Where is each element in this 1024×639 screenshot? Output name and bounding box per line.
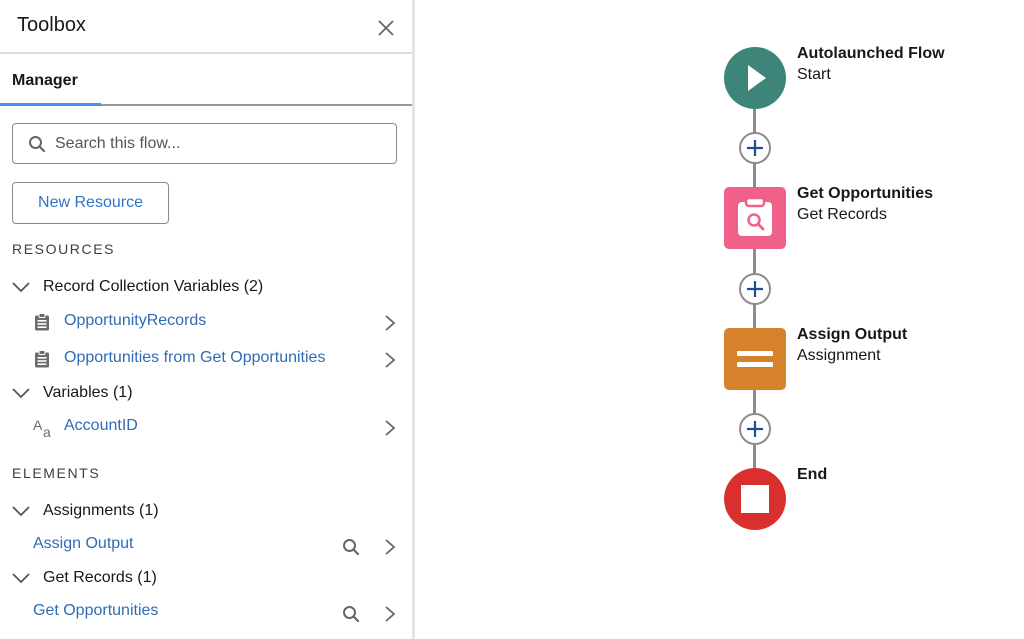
search-field[interactable]: [12, 123, 397, 164]
get-records-node[interactable]: [724, 187, 786, 249]
node-type: Start: [797, 66, 831, 83]
start-node[interactable]: [724, 47, 786, 109]
chevron-right-icon[interactable]: [384, 420, 396, 436]
active-tab-indicator: [0, 103, 101, 106]
group-record-collection-variables[interactable]: Record Collection Variables (2): [12, 278, 263, 296]
toolbox-header: Toolbox: [0, 0, 412, 54]
toolbox-tabs: Manager: [0, 56, 412, 106]
end-node[interactable]: [724, 468, 786, 530]
resources-heading: RESOURCES: [12, 241, 116, 257]
element-item-get-opportunities[interactable]: Get Opportunities: [33, 602, 158, 620]
plus-icon: [747, 140, 763, 156]
assignment-node[interactable]: [724, 328, 786, 390]
search-icon[interactable]: [342, 538, 360, 556]
flow-canvas[interactable]: [415, 0, 1024, 639]
close-icon[interactable]: [376, 18, 396, 38]
text-variable-icon: A a: [33, 417, 51, 439]
search-icon[interactable]: [342, 605, 360, 623]
node-type: Assignment: [797, 347, 881, 364]
end-node-label: End: [797, 464, 827, 485]
node-type: Get Records: [797, 206, 887, 223]
chevron-down-icon: [12, 388, 30, 399]
toolbox-title: Toolbox: [17, 14, 86, 36]
group-label: Record Collection Variables (2): [43, 278, 264, 295]
node-name: Assign Output: [797, 326, 908, 343]
record-collection-icon: [35, 313, 49, 331]
clipboard-search-icon: [738, 196, 772, 236]
play-icon: [748, 65, 766, 91]
tab-manager[interactable]: Manager: [12, 72, 78, 90]
equals-icon: [737, 351, 773, 367]
element-item-assign-output[interactable]: Assign Output: [33, 535, 134, 553]
chevron-down-icon: [12, 282, 30, 293]
resource-item-accountid[interactable]: AccountID: [64, 417, 138, 435]
group-get-records[interactable]: Get Records (1): [12, 569, 157, 587]
record-collection-icon: [35, 350, 49, 368]
add-element-button[interactable]: [739, 273, 771, 305]
get-records-node-label: Get Opportunities Get Records: [797, 183, 933, 225]
node-name: End: [797, 466, 828, 483]
group-label: Get Records (1): [43, 569, 157, 586]
assignment-node-label: Assign Output Assignment: [797, 324, 907, 366]
toolbox-panel: Toolbox Manager New Resource RESOURCES R…: [0, 0, 413, 639]
stop-icon: [741, 485, 769, 513]
chevron-right-icon[interactable]: [384, 539, 396, 555]
add-element-button[interactable]: [739, 413, 771, 445]
node-name: Autolaunched Flow: [797, 45, 945, 62]
start-node-label: Autolaunched Flow Start: [797, 43, 945, 85]
plus-icon: [747, 281, 763, 297]
group-label: Assignments (1): [43, 502, 159, 519]
new-resource-button[interactable]: New Resource: [12, 182, 169, 224]
resource-item-opportunityrecords[interactable]: OpportunityRecords: [64, 312, 206, 330]
chevron-down-icon: [12, 573, 30, 584]
svg-text:A: A: [33, 417, 43, 433]
search-icon: [29, 136, 46, 153]
elements-heading: ELEMENTS: [12, 465, 101, 481]
plus-icon: [747, 421, 763, 437]
node-name: Get Opportunities: [797, 185, 933, 202]
group-assignments[interactable]: Assignments (1): [12, 502, 159, 520]
group-variables[interactable]: Variables (1): [12, 384, 133, 402]
add-element-button[interactable]: [739, 132, 771, 164]
chevron-down-icon: [12, 506, 30, 517]
group-label: Variables (1): [43, 384, 133, 401]
search-input[interactable]: [55, 133, 385, 155]
chevron-right-icon[interactable]: [384, 352, 396, 368]
resource-item-opportunities-from-get-opportunities[interactable]: Opportunities from Get Opportunities: [64, 349, 325, 367]
chevron-right-icon[interactable]: [384, 606, 396, 622]
chevron-right-icon[interactable]: [384, 315, 396, 331]
svg-text:a: a: [43, 424, 51, 439]
